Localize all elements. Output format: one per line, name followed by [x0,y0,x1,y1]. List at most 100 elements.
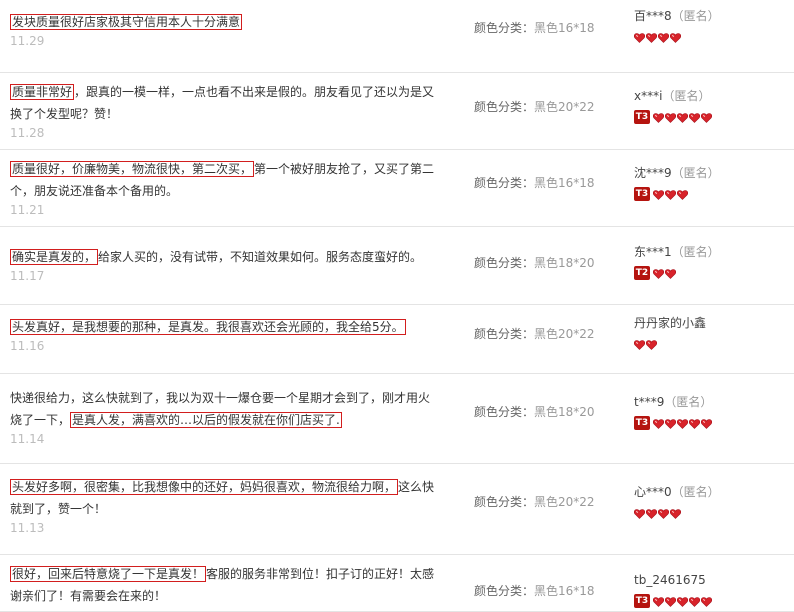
review-comment: 发块质量很好店家极其守信用本人十分满意 [10,14,243,30]
heart-icon [634,339,645,350]
heart-icon [665,112,676,123]
reviewer-name-line: 丹丹家的小鑫 [634,314,706,332]
heart-icon [653,189,664,200]
heart-icon [677,418,688,429]
review-date: 11.17 [10,269,45,283]
heart-icon [670,32,681,43]
heart-icon [634,508,645,519]
reviewer-info: 百***8（匿名） [634,7,720,45]
review-row: 头发真好，是我想要的那种，是真发。我很喜欢还会光顾的，我全给5分。 11.16 颜色… [0,305,794,374]
comment-highlight: 质量很好，价廉物美，物流很快，第二次买， [10,161,255,177]
sku-value: 黑色16*18 [534,21,595,35]
review-row: 头发好多啊，很密集，比我想像中的还好，妈妈很喜欢，物流很给力啊， 这么快就到了，赞… [0,464,794,555]
comment-highlight: 确实是真发的， [10,249,99,265]
sku-value: 黑色16*18 [534,176,595,190]
reviewer-info: 东***1（匿名） T2 [634,243,720,281]
comment-text: 给家人买的，没有试带，不知道效果如何。服务态度蛮好的。 [98,250,423,264]
review-row: 快递很给力，这么快就到了，我以为双十一爆仓要一个星期才会到了，刚才用火烧了一下，… [0,374,794,464]
review-comment: 快递很给力，这么快就到了，我以为双十一爆仓要一个星期才会到了，刚才用火烧了一下，… [10,391,430,428]
reviewer-name-line: tb_2461675 [634,571,712,589]
review-date: 11.21 [10,203,45,217]
level-badge-icon: T3 [634,594,650,608]
sku-label: 颜色分类： [474,176,535,190]
review-row: 很好，回来后特意烧了一下是真发！ 客服的服务非常到位！扣子订的正好！太感谢亲们了！… [0,555,794,612]
comment-text: ，跟真的一模一样，一点也看不出来是假的。朋友看见了还以为是又换了个发型呢？赞！ [10,85,435,121]
sku-label: 颜色分类： [474,405,535,419]
review-row: 质量很好，价廉物美，物流很快，第二次买， 第一个被好朋友抢了，又买了第二个，朋友说… [0,150,794,227]
sku-label: 颜色分类： [474,256,535,270]
credit-badges: T3 [634,186,720,202]
comment-highlight: 质量非常好 [10,84,75,100]
heart-icon [670,508,681,519]
heart-icon [677,189,688,200]
heart-icon [653,112,664,123]
review-text-block: 确实是真发的， 给家人买的，没有试带，不知道效果如何。服务态度蛮好的。 11.17 [10,246,440,284]
review-row: 发块质量很好店家极其守信用本人十分满意 11.29 颜色分类：黑色16*18 百***… [0,0,794,73]
review-text-block: 头发好多啊，很密集，比我想像中的还好，妈妈很喜欢，物流很给力啊， 这么快就到了，赞… [10,476,440,536]
heart-icon [653,418,664,429]
heart-icon [701,418,712,429]
sku-info: 颜色分类：黑色16*18 [474,174,595,191]
heart-icon [701,596,712,607]
review-text-block: 头发真好，是我想要的那种，是真发。我很喜欢还会光顾的，我全给5分。 11.16 [10,316,440,354]
reviewer-info: x***i（匿名） T3 [634,87,712,125]
heart-icon [665,189,676,200]
review-text-block: 发块质量很好店家极其守信用本人十分满意 11.29 [10,11,440,49]
reviewer-info: 沈***9（匿名） T3 [634,164,720,202]
sku-info: 颜色分类：黑色20*22 [474,325,595,342]
credit-badges: T3 [634,593,712,609]
reviewer-name: 百***8 [634,9,672,23]
reviewer-name-line: 东***1（匿名） [634,243,720,261]
sku-label: 颜色分类： [474,495,535,509]
reviewer-name-line: t***9（匿名） [634,393,712,411]
review-date: 11.16 [10,339,45,353]
sku-info: 颜色分类：黑色18*20 [474,254,595,271]
review-date: 11.13 [10,521,45,535]
heart-icon [646,508,657,519]
reviewer-name: t***9 [634,395,665,409]
review-text-block: 快递很给力，这么快就到了，我以为双十一爆仓要一个星期才会到了，刚才用火烧了一下，… [10,387,440,447]
heart-icon [677,112,688,123]
reviewer-info: 心***0（匿名） [634,483,720,521]
credit-badges [634,29,720,45]
comment-highlight: 头发好多啊，很密集，比我想像中的还好，妈妈很喜欢，物流很给力啊， [10,479,399,495]
anonymous-tag: （匿名） [671,166,720,180]
heart-icon [646,32,657,43]
review-comment: 确实是真发的， 给家人买的，没有试带，不知道效果如何。服务态度蛮好的。 [10,249,422,265]
anonymous-tag: （匿名） [671,9,720,23]
heart-icon [689,418,700,429]
review-row: 质量非常好 ，跟真的一模一样，一点也看不出来是假的。朋友看见了还以为是又换了个发型… [0,73,794,150]
level-badge-icon: T3 [634,416,650,430]
credit-badges: T2 [634,265,720,281]
sku-value: 黑色18*20 [534,256,595,270]
heart-icon [634,32,645,43]
credit-badges: T3 [634,415,712,431]
anonymous-tag: （匿名） [664,395,713,409]
credit-badges [634,336,706,352]
heart-icon [665,268,676,279]
heart-icon [646,339,657,350]
sku-label: 颜色分类： [474,584,535,598]
heart-icon [665,418,676,429]
review-row: 确实是真发的， 给家人买的，没有试带，不知道效果如何。服务态度蛮好的。 11.17 颜… [0,227,794,305]
heart-icon [689,112,700,123]
comment-highlight: 很好，回来后特意烧了一下是真发！ [10,566,207,582]
heart-icon [653,596,664,607]
reviewer-name: 东***1 [634,245,672,259]
review-comment: 质量很好，价廉物美，物流很快，第二次买， 第一个被好朋友抢了，又买了第二个，朋友说… [10,161,434,198]
reviewer-name: 心***0 [634,485,672,499]
level-badge-icon: T3 [634,187,650,201]
sku-info: 颜色分类：黑色16*18 [474,19,595,36]
sku-value: 黑色20*22 [534,327,595,341]
sku-label: 颜色分类： [474,327,535,341]
sku-label: 颜色分类： [474,21,535,35]
reviewer-name: 沈***9 [634,166,672,180]
reviewer-info: t***9（匿名） T3 [634,393,712,431]
level-badge-icon: T2 [634,266,650,280]
reviewer-name-line: 沈***9（匿名） [634,164,720,182]
sku-info: 颜色分类：黑色18*20 [474,403,595,420]
anonymous-tag: （匿名） [671,485,720,499]
reviewer-name-line: 百***8（匿名） [634,7,720,25]
heart-icon [658,32,669,43]
reviewer-name-line: x***i（匿名） [634,87,712,105]
